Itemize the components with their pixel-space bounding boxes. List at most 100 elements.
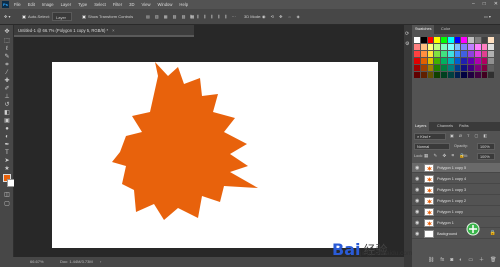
color-swatch[interactable] [420,51,427,57]
color-swatch[interactable] [481,37,488,43]
menu-3d[interactable]: 3D [129,0,134,9]
document-tab[interactable]: Untitled-1 @ 66.7% (Polygon 1 copy 5, RG… [14,25,194,37]
color-swatch[interactable] [447,65,454,71]
minimize-icon[interactable]: – [472,0,475,9]
color-swatch[interactable] [474,72,481,78]
color-swatch[interactable] [427,51,434,57]
maximize-icon[interactable]: □ [483,0,486,9]
color-swatch[interactable] [414,58,420,64]
color-swatch[interactable] [420,58,427,64]
color-swatch[interactable] [434,37,440,43]
layer-row[interactable]: ◉ Background 🔒 [412,229,500,239]
color-swatch[interactable] [454,58,461,64]
tab-layers[interactable]: Layers [412,122,430,131]
color-swatch[interactable] [488,58,494,64]
workspace-icon[interactable]: ▭ ▾ [484,13,491,21]
color-swatch[interactable] [414,37,420,43]
color-swatch[interactable] [461,72,467,78]
layer-row[interactable]: ◉ Polygon 1 copy 2 [412,196,500,206]
color-swatch[interactable] [488,72,494,78]
color-swatch[interactable] [420,65,427,71]
color-swatch[interactable] [420,72,427,78]
color-swatch[interactable] [441,37,447,43]
layer-row[interactable]: ◉ Polygon 1 copy 5 [412,163,500,173]
tab-channels[interactable]: Channels [434,122,456,131]
color-swatch[interactable] [461,58,467,64]
opacity-input[interactable]: 100% [477,143,495,150]
color-swatch[interactable] [441,72,447,78]
color-swatch[interactable] [474,65,481,71]
color-swatch[interactable] [434,58,440,64]
color-swatch[interactable] [427,37,434,43]
color-swatch[interactable] [447,72,454,78]
color-swatch[interactable] [447,51,454,57]
blur-tool-icon[interactable]: ● [2,125,12,133]
color-swatch[interactable] [434,44,440,50]
color-swatch[interactable] [488,51,494,57]
dodge-tool-icon[interactable]: ◐ [2,133,12,141]
layer-row[interactable]: ◉ Polygon 1 copy 3 [412,185,500,195]
color-swatch[interactable] [488,37,494,43]
quick-mask-icon[interactable]: ◫ [2,191,12,199]
color-swatch[interactable] [461,65,467,71]
align-icons[interactable]: ▤ ▥ ▦ ▧ ▨ ▩ [146,13,196,21]
new-layer-icon[interactable]: ＋ [479,254,484,267]
color-swatch[interactable] [461,51,467,57]
fill-input[interactable]: 100% [477,153,495,160]
color-swatch[interactable] [414,51,420,57]
visibility-eye-icon[interactable]: ◉ [415,220,421,226]
color-swatch[interactable] [454,72,461,78]
document-canvas[interactable] [52,62,378,248]
shape-tool-icon[interactable]: ★ [2,165,12,173]
distribute-icons[interactable]: ⫼ ⫼ ⫼ ⫼ ⫼ ⫼ ⋯ [190,13,238,21]
lock-icons[interactable]: ▦ ✎ ✥ ⌗ 🔒 [424,153,467,159]
move-tool-icon[interactable]: ✥ [2,28,12,36]
visibility-eye-icon[interactable]: ◉ [415,231,421,237]
color-swatch[interactable] [488,65,494,71]
pen-tool-icon[interactable]: ✒ [2,141,12,149]
quick-select-tool-icon[interactable]: ✎ [2,53,12,61]
visibility-eye-icon[interactable]: ◉ [415,176,421,182]
color-swatch[interactable] [481,72,488,78]
color-swatch[interactable] [414,65,420,71]
color-swatch[interactable] [468,37,474,43]
color-swatch[interactable] [427,72,434,78]
color-swatch[interactable] [427,44,434,50]
zoom-level[interactable]: 66.67% [30,257,44,267]
color-swatch[interactable] [454,44,461,50]
color-swatch[interactable] [461,37,467,43]
adjustment-layer-icon[interactable]: ◐ [459,254,462,267]
color-swatch[interactable] [447,44,454,50]
color-swatch[interactable] [481,58,488,64]
brush-tool-icon[interactable]: ✐ [2,85,12,93]
eyedropper-tool-icon[interactable]: ⁄ [2,69,12,77]
close-icon[interactable]: ✕ [494,0,498,9]
auto-select-dropdown[interactable]: Layer [52,12,72,21]
color-swatch[interactable] [454,65,461,71]
color-swatch[interactable] [420,44,427,50]
move-tool-preset-icon[interactable]: ✥ ▾ [4,13,10,21]
color-swatch[interactable] [434,72,440,78]
menu-window[interactable]: Window [158,0,173,9]
healing-brush-icon[interactable]: ✚ [2,77,12,85]
lasso-tool-icon[interactable]: ℓ [2,45,12,53]
path-select-icon[interactable]: ➤ [2,157,12,165]
color-swatch[interactable] [434,51,440,57]
crop-tool-icon[interactable]: ⌗ [2,61,12,69]
color-swatch[interactable] [414,44,420,50]
color-swatch[interactable] [454,51,461,57]
blend-mode-dropdown[interactable]: Normal [414,143,450,150]
color-swatch[interactable] [441,44,447,50]
menu-select[interactable]: Select [94,0,106,9]
transform-controls-checkbox[interactable] [82,15,86,19]
menu-filter[interactable]: Filter [113,0,122,9]
tab-swatches[interactable]: Swatches [412,25,435,34]
color-swatch[interactable] [427,65,434,71]
layer-filter-icons[interactable]: ▣ Ø T ▢ ◧ [450,133,489,138]
color-swatch[interactable] [468,65,474,71]
color-swatch[interactable] [468,51,474,57]
visibility-eye-icon[interactable]: ◉ [415,209,421,215]
color-swatch[interactable] [441,51,447,57]
link-layers-icon[interactable]: ⛓ [428,254,434,267]
color-swatch[interactable] [488,44,494,50]
